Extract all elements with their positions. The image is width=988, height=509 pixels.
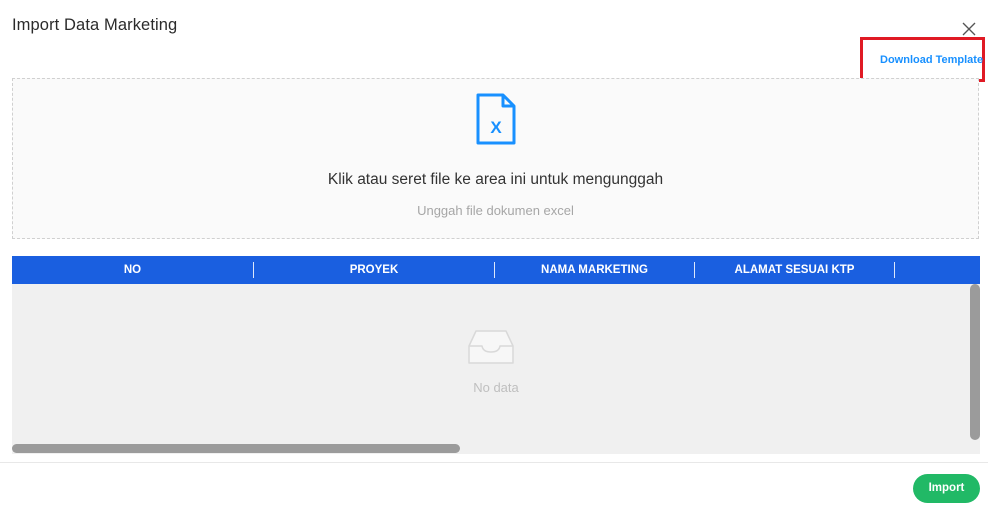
vertical-scrollbar[interactable] — [970, 284, 980, 440]
close-icon[interactable] — [960, 20, 978, 38]
column-separator — [894, 262, 895, 278]
column-header-alamat-sesuai-ktp: ALAMAT SESUAI KTP — [734, 264, 855, 276]
excel-file-icon: X — [476, 93, 516, 145]
modal-title: Import Data Marketing — [12, 16, 178, 34]
download-template-link[interactable]: Download Template — [880, 54, 983, 66]
upload-instruction: Klik atau seret file ke area ini untuk m… — [327, 171, 664, 188]
empty-state-text: No data — [473, 380, 519, 395]
column-header-no: NO — [123, 264, 142, 276]
footer-divider — [0, 462, 988, 463]
table-header: NO PROYEK NAMA MARKETING ALAMAT SESUAI K… — [12, 256, 980, 284]
inbox-icon — [468, 330, 514, 364]
horizontal-scrollbar[interactable] — [12, 444, 460, 453]
svg-text:X: X — [490, 118, 502, 137]
column-header-nama-marketing: NAMA MARKETING — [541, 264, 648, 276]
upload-dropzone[interactable]: X Klik atau seret file ke area ini untuk… — [12, 78, 979, 239]
column-header-proyek: PROYEK — [349, 264, 399, 276]
upload-hint: Unggah file dokumen excel — [417, 203, 574, 218]
close-button[interactable] — [960, 20, 978, 38]
data-table: NO PROYEK NAMA MARKETING ALAMAT SESUAI K… — [12, 256, 980, 454]
import-button[interactable]: Import — [913, 474, 980, 503]
